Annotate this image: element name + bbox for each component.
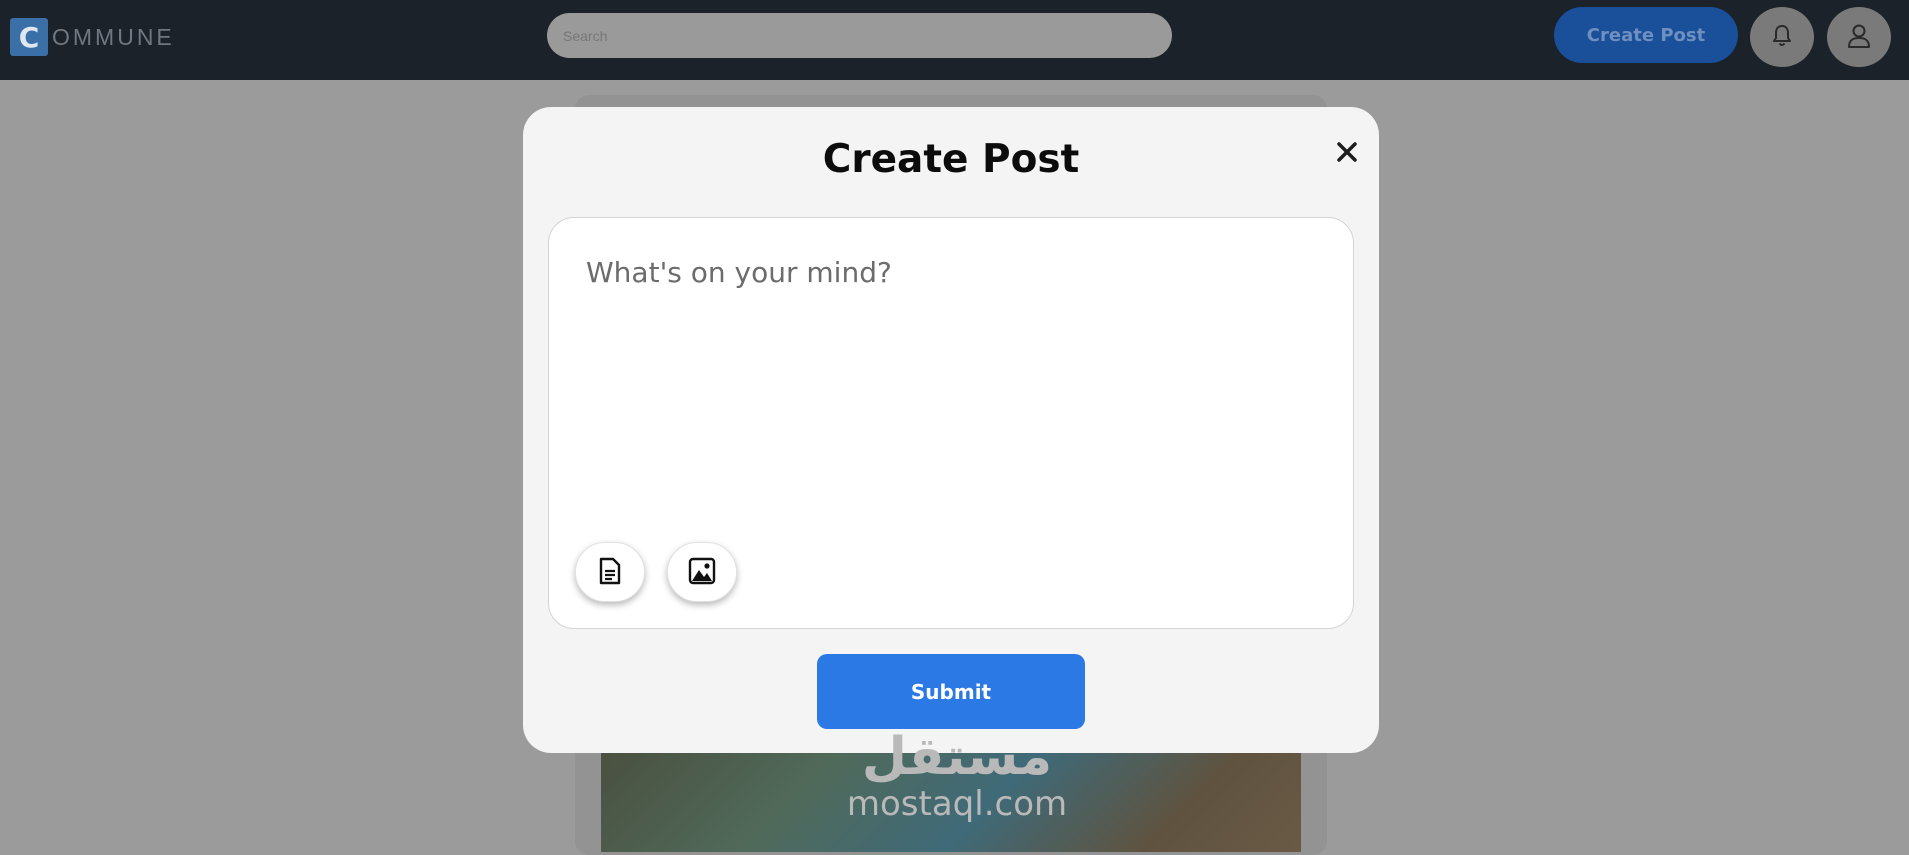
profile-button[interactable] xyxy=(1827,7,1891,67)
post-text-input[interactable] xyxy=(586,256,1316,506)
document-icon xyxy=(598,557,622,588)
watermark-latin: mostaql.com xyxy=(846,784,1068,824)
post-editor xyxy=(548,217,1354,629)
search-input[interactable] xyxy=(547,13,1172,58)
logo-mark: C xyxy=(10,18,48,56)
create-post-button[interactable]: Create Post xyxy=(1554,7,1738,63)
create-post-modal: Create Post What's on your mind? Submit xyxy=(523,107,1379,753)
close-button[interactable] xyxy=(1329,135,1365,171)
watermark-arabic: مستقل xyxy=(861,727,1053,787)
modal-title: Create Post xyxy=(822,137,1080,182)
logo-text: OMMUNE xyxy=(52,23,175,50)
close-icon xyxy=(1335,140,1359,167)
user-icon xyxy=(1846,23,1872,52)
notifications-button[interactable] xyxy=(1750,7,1814,67)
submit-button[interactable]: Submit xyxy=(817,654,1085,729)
image-icon xyxy=(688,557,716,588)
watermark: مستقل mostaql.com xyxy=(842,728,1072,828)
attach-file-button[interactable] xyxy=(575,542,645,602)
top-nav-bar: C OMMUNE Create Post xyxy=(0,0,1909,80)
app-logo[interactable]: C OMMUNE xyxy=(10,18,175,56)
attach-image-button[interactable] xyxy=(667,542,737,602)
bell-icon xyxy=(1771,24,1793,51)
